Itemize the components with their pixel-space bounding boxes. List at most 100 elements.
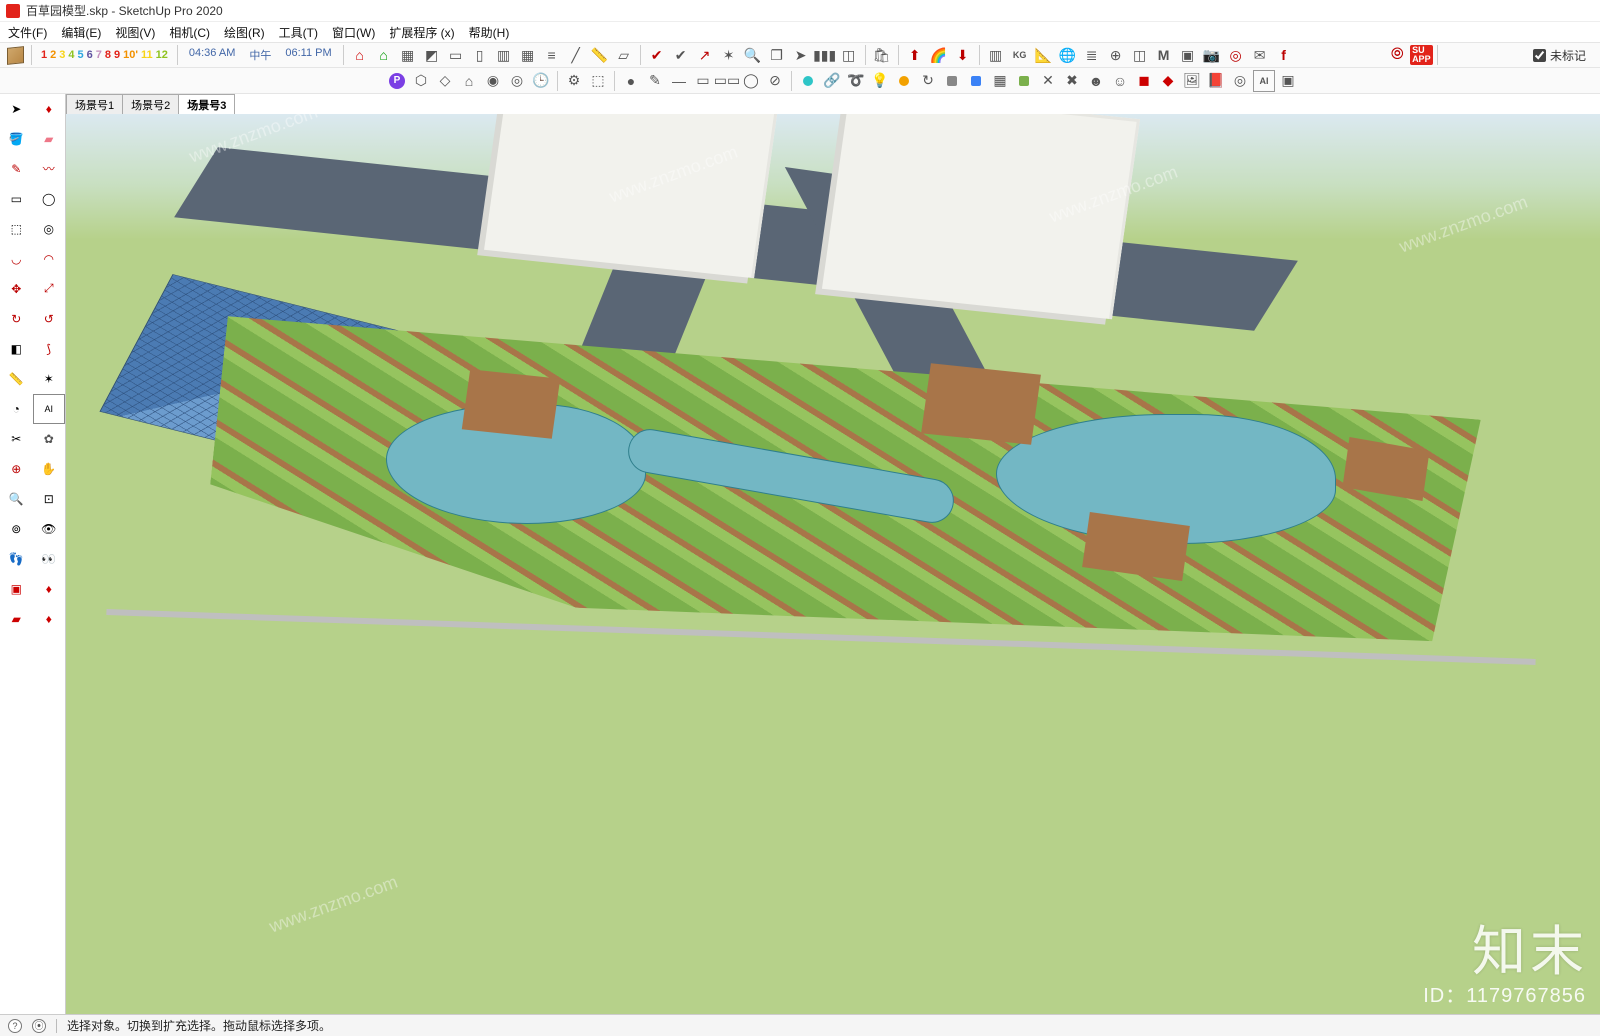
- rects-icon[interactable]: ▭▭: [716, 70, 738, 92]
- zoom-tool[interactable]: 🔍: [0, 484, 33, 514]
- pencil-tool[interactable]: ✎: [0, 154, 33, 184]
- offset-tool[interactable]: ◎: [33, 214, 66, 244]
- num-7[interactable]: 7: [96, 49, 102, 61]
- red-gem3-tool[interactable]: ♦: [33, 604, 66, 634]
- menu-draw[interactable]: 绘图(R): [224, 24, 265, 41]
- arc3-tool[interactable]: ⟆: [33, 334, 66, 364]
- magnifier-icon[interactable]: 🔍: [742, 44, 764, 66]
- rope-icon[interactable]: ➰: [845, 70, 867, 92]
- green-sq-icon[interactable]: [1013, 70, 1035, 92]
- view-top-icon[interactable]: ▭: [445, 44, 467, 66]
- followme-tool[interactable]: ◧: [0, 334, 33, 364]
- cursor-icon[interactable]: ➤: [790, 44, 812, 66]
- lens-icon[interactable]: ◉: [482, 70, 504, 92]
- num-6[interactable]: 6: [87, 49, 93, 61]
- plugin-cube-icon[interactable]: ⬡: [410, 70, 432, 92]
- cube-front-icon[interactable]: ▦: [397, 44, 419, 66]
- tag-untagged[interactable]: 未标记: [1533, 47, 1596, 64]
- circle-tool[interactable]: ◯: [33, 184, 66, 214]
- arc-tool[interactable]: ◡: [0, 244, 33, 274]
- red-sq-tool[interactable]: ▣: [0, 574, 33, 604]
- eye-tool[interactable]: 👁: [33, 514, 66, 544]
- num-2[interactable]: 2: [50, 49, 56, 61]
- cube3d-icon[interactable]: ▣: [1177, 44, 1199, 66]
- copy-icon[interactable]: ❐: [766, 44, 788, 66]
- m-icon[interactable]: M: [1153, 44, 1175, 66]
- num-12[interactable]: 12: [156, 49, 168, 61]
- protractor-tool[interactable]: ◔: [0, 394, 33, 424]
- select-tool[interactable]: ➤: [0, 94, 33, 124]
- red-diamond-icon[interactable]: ◆: [1157, 70, 1179, 92]
- arc2-tool[interactable]: ◠: [33, 244, 66, 274]
- target-icon[interactable]: ◎: [1225, 44, 1247, 66]
- hand-tool[interactable]: ✋: [33, 454, 66, 484]
- axes-icon[interactable]: ✶: [718, 44, 740, 66]
- targetx-tool[interactable]: ⊕: [0, 454, 33, 484]
- move-tool[interactable]: ✥: [0, 274, 33, 304]
- rect-icon[interactable]: ▭: [692, 70, 714, 92]
- head2-icon[interactable]: ☺: [1109, 70, 1131, 92]
- red-cube-icon[interactable]: ◼: [1133, 70, 1155, 92]
- view-iso-icon[interactable]: ◩: [421, 44, 443, 66]
- person-icon[interactable]: ⦿: [32, 1019, 46, 1033]
- num-3[interactable]: 3: [59, 49, 65, 61]
- axes-tool[interactable]: ✶: [33, 364, 66, 394]
- num-1[interactable]: 1: [41, 49, 47, 61]
- orange-dot-icon[interactable]: [893, 70, 915, 92]
- num-4[interactable]: 4: [68, 49, 74, 61]
- scene-tab-3[interactable]: 场景号3: [178, 94, 235, 114]
- p-badge-icon[interactable]: P: [386, 70, 408, 92]
- section-tool[interactable]: ✂: [0, 424, 33, 454]
- book-icon[interactable]: 📕: [1205, 70, 1227, 92]
- help-icon[interactable]: ?: [8, 1019, 22, 1033]
- rows-icon[interactable]: ≡: [541, 44, 563, 66]
- rainbow-icon[interactable]: 🌈: [928, 44, 950, 66]
- paint-tool[interactable]: 🪣: [0, 124, 33, 154]
- eraser-tool[interactable]: ▰: [33, 124, 66, 154]
- bulb-icon[interactable]: 💡: [869, 70, 891, 92]
- scene-tab-2[interactable]: 场景号2: [122, 94, 179, 114]
- fence-icon[interactable]: ▥: [985, 44, 1007, 66]
- bag-icon[interactable]: 🛍: [871, 44, 893, 66]
- tape-tool[interactable]: 📏: [0, 364, 33, 394]
- menu-view[interactable]: 视图(V): [115, 24, 155, 41]
- ai-icon[interactable]: AI: [1253, 70, 1275, 92]
- scene-tab-1[interactable]: 场景号1: [66, 94, 123, 114]
- menu-extensions[interactable]: 扩展程序 (x): [389, 24, 454, 41]
- sphere-b-icon[interactable]: ◎: [1229, 70, 1251, 92]
- tag-checkbox[interactable]: [1533, 49, 1546, 62]
- columns-icon[interactable]: ▥: [493, 44, 515, 66]
- check-grey-icon[interactable]: ✔: [670, 44, 692, 66]
- su-app-icon[interactable]: SUAPP: [1410, 44, 1432, 66]
- crop-icon[interactable]: ◫: [838, 44, 860, 66]
- plane-icon[interactable]: ▱: [613, 44, 635, 66]
- leaf-icon[interactable]: ✿: [33, 424, 66, 454]
- viewport-3d[interactable]: www.znzmo.com www.znzmo.com www.znzmo.co…: [66, 114, 1600, 1014]
- compass-icon[interactable]: ⊕: [1105, 44, 1127, 66]
- house-green-icon[interactable]: ⌂: [373, 44, 395, 66]
- globe-icon[interactable]: 🌐: [1057, 44, 1079, 66]
- checker-icon[interactable]: ▦: [989, 70, 1011, 92]
- f-icon[interactable]: f: [1273, 44, 1295, 66]
- rotate2-tool[interactable]: ↺: [33, 304, 66, 334]
- num-5[interactable]: 5: [78, 49, 84, 61]
- rotate-tool[interactable]: ↻: [0, 304, 33, 334]
- refresh-icon[interactable]: ↻: [917, 70, 939, 92]
- rect-tool[interactable]: ▭: [0, 184, 33, 214]
- walk-tool[interactable]: 👣: [0, 544, 33, 574]
- shadow-time[interactable]: 04:36 AM 中午 06:11 PM: [183, 47, 338, 63]
- x1-icon[interactable]: ✕: [1037, 70, 1059, 92]
- zoom-window-tool[interactable]: ⊡: [33, 484, 66, 514]
- red-flag-tool[interactable]: ▰: [0, 604, 33, 634]
- layer-numbers[interactable]: 1 2 3 4 5 6 7 8 9 10' 11 12: [37, 49, 172, 61]
- menu-camera[interactable]: 相机(C): [169, 24, 210, 41]
- lens2-icon[interactable]: ◎: [506, 70, 528, 92]
- view-side-icon[interactable]: ▯: [469, 44, 491, 66]
- check-red-icon[interactable]: ✔: [646, 44, 668, 66]
- x2-icon[interactable]: ✖: [1061, 70, 1083, 92]
- num-9[interactable]: 9: [114, 49, 120, 61]
- head1-icon[interactable]: ☻: [1085, 70, 1107, 92]
- num-8[interactable]: 8: [105, 49, 111, 61]
- noentry-icon[interactable]: ⊘: [764, 70, 786, 92]
- menu-help[interactable]: 帮助(H): [469, 24, 510, 41]
